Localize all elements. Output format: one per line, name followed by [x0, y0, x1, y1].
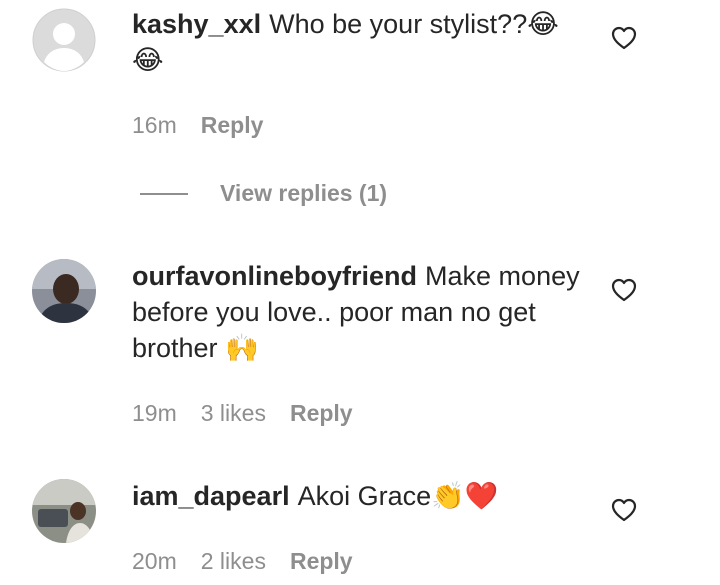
- comment-body: ourfavonlineboyfriend Make money before y…: [132, 258, 587, 366]
- comment-username[interactable]: iam_dapearl: [132, 481, 290, 511]
- comment-likes[interactable]: 3 likes: [201, 400, 266, 427]
- replies-divider: [140, 192, 188, 195]
- comment-time: 20m: [132, 548, 177, 574]
- reply-button[interactable]: Reply: [201, 112, 264, 139]
- reply-button[interactable]: Reply: [290, 400, 353, 427]
- comment-username[interactable]: ourfavonlineboyfriend: [132, 261, 417, 291]
- avatar-photo[interactable]: [32, 259, 96, 323]
- comment-meta: 19m 3 likes Reply: [132, 400, 353, 427]
- default-avatar-icon: [32, 8, 96, 72]
- comment-likes[interactable]: 2 likes: [201, 548, 266, 575]
- profile-photo: [32, 259, 96, 323]
- view-replies-label: View replies (1): [220, 180, 388, 206]
- comment-username[interactable]: kashy_xxl: [132, 9, 261, 39]
- comment-body: kashy_xxl Who be your stylist??😂😂: [132, 6, 587, 78]
- view-replies-button[interactable]: View replies (1): [140, 180, 387, 207]
- avatar-default[interactable]: [32, 8, 96, 72]
- avatar-photo[interactable]: [32, 479, 96, 543]
- comment-time: 19m: [132, 400, 177, 426]
- comment-time: 16m: [132, 112, 177, 138]
- comment-text: Akoi Grace👏❤️: [297, 481, 499, 511]
- comment-meta: 16m Reply: [132, 112, 263, 139]
- comment-meta: 20m 2 likes Reply: [132, 548, 353, 575]
- heart-icon[interactable]: [610, 25, 638, 51]
- heart-icon[interactable]: [610, 277, 638, 303]
- profile-photo: [32, 479, 96, 543]
- heart-icon[interactable]: [610, 497, 638, 523]
- comment-body: iam_dapearl Akoi Grace👏❤️: [132, 478, 587, 514]
- reply-button[interactable]: Reply: [290, 548, 353, 575]
